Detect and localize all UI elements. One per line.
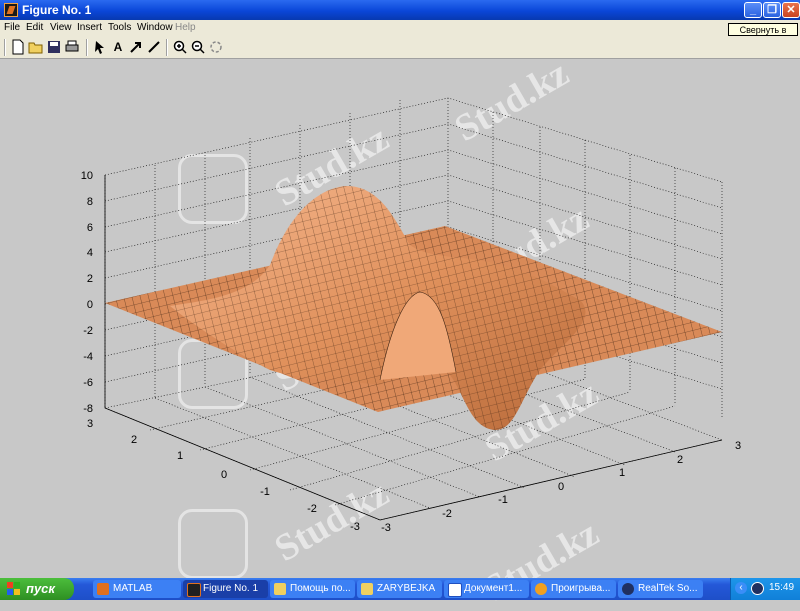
x-tick-label: 1	[619, 467, 625, 479]
insert-line-icon[interactable]	[146, 39, 162, 55]
zoom-in-icon[interactable]	[172, 39, 188, 55]
taskbar-item-label: Проигрыва...	[551, 583, 611, 594]
menu-window[interactable]: Window	[137, 22, 173, 33]
taskbar: пуск MATLAB Figure No. 1 Помощь по... ZA…	[0, 578, 800, 600]
volume-icon[interactable]	[751, 582, 764, 595]
menu-view[interactable]: View	[50, 22, 72, 33]
clock: 15:49	[769, 582, 795, 593]
window-title: Figure No. 1	[22, 3, 92, 17]
figure-canvas[interactable]: Stud.kz Stud.kz Stud.kz Stud.kz Stud.kz …	[0, 52, 800, 610]
media-player-icon	[535, 583, 547, 595]
close-button[interactable]: ✕	[782, 2, 800, 18]
start-button[interactable]: пуск	[0, 578, 74, 600]
z-tick-label: -6	[83, 377, 93, 389]
taskbar-item-player[interactable]: Проигрыва...	[531, 580, 616, 598]
taskbar-item-label: Figure No. 1	[203, 583, 259, 594]
speaker-icon	[622, 583, 634, 595]
y-tick-label: 3	[87, 418, 93, 430]
taskbar-item-realtek[interactable]: RealTek So...	[618, 580, 703, 598]
x-tick-labels: -3 -2 -1 0 1 2 3	[381, 440, 741, 534]
taskbar-item-label: ZARYBEJKA	[377, 583, 436, 594]
menu-tools[interactable]: Tools	[108, 22, 131, 33]
taskbar-item-help-folder[interactable]: Помощь по...	[270, 580, 355, 598]
x-tick-label: -3	[381, 522, 391, 534]
matlab-icon	[97, 583, 109, 595]
y-tick-labels: 3 2 1 0 -1 -2 -3	[87, 418, 360, 533]
x-tick-label: -2	[442, 508, 452, 520]
menu-help[interactable]: Help	[175, 22, 196, 33]
zoom-out-icon[interactable]	[190, 39, 206, 55]
matlab-figure-icon	[4, 3, 18, 17]
peaks-surface	[105, 185, 722, 430]
taskbar-item-label: Помощь по...	[290, 583, 351, 594]
z-tick-label: -8	[83, 403, 93, 415]
tray-chevron-icon[interactable]: ‹	[735, 582, 747, 594]
menubar: File Edit View Insert Tools Window Help	[0, 20, 800, 36]
folder-icon	[274, 583, 286, 595]
x-tick-label: -1	[498, 494, 508, 506]
print-icon[interactable]	[64, 39, 80, 55]
figure-icon	[187, 583, 201, 597]
z-tick-label: 0	[87, 299, 93, 311]
save-icon[interactable]	[46, 39, 62, 55]
taskbar-item-label: RealTek So...	[638, 583, 698, 594]
insert-arrow-icon[interactable]	[128, 39, 144, 55]
insert-text-icon[interactable]: A	[110, 39, 126, 55]
system-tray: ‹ 15:49	[730, 578, 800, 600]
menu-insert[interactable]: Insert	[77, 22, 102, 33]
y-tick-label: -1	[260, 486, 270, 498]
rotate-3d-icon[interactable]	[208, 39, 224, 55]
restore-button[interactable]: ❐	[763, 2, 781, 18]
select-arrow-icon[interactable]	[92, 39, 108, 55]
toolbar-separator	[86, 39, 88, 56]
y-tick-label: 0	[221, 469, 227, 481]
toolbar-separator	[166, 39, 168, 56]
surface-plot: 10 8 6 4 2 0 -2 -4 -6 -8 3 2 1 0 -1 -2 -…	[81, 97, 741, 534]
z-tick-label: 10	[81, 170, 93, 182]
new-file-icon[interactable]	[10, 39, 26, 55]
folder-icon	[361, 583, 373, 595]
start-label: пуск	[26, 581, 55, 596]
y-tick-label: -2	[307, 503, 317, 515]
tooltip: Свернуть в окно	[728, 23, 798, 47]
x-tick-label: 0	[558, 481, 564, 493]
taskbar-item-figure[interactable]: Figure No. 1	[183, 580, 268, 598]
taskbar-item-matlab[interactable]: MATLAB	[93, 580, 181, 598]
z-tick-label: 6	[87, 222, 93, 234]
x-tick-label: 2	[677, 454, 683, 466]
toolbar-grip	[4, 39, 6, 56]
figure-toolbar: A	[0, 36, 800, 59]
z-tick-label: 4	[87, 247, 93, 259]
y-tick-label: -3	[350, 521, 360, 533]
taskbar-item-zarybejka[interactable]: ZARYBEJKA	[357, 580, 442, 598]
minimize-button[interactable]: _	[744, 2, 762, 18]
taskbar-item-document[interactable]: Документ1...	[444, 580, 529, 598]
windows-logo-icon	[7, 582, 21, 596]
z-tick-labels: 10 8 6 4 2 0 -2 -4 -6 -8	[81, 170, 93, 415]
z-tick-label: -2	[83, 325, 93, 337]
taskbar-item-label: Документ1...	[464, 583, 523, 594]
open-folder-icon[interactable]	[28, 39, 44, 55]
z-tick-label: 2	[87, 273, 93, 285]
y-tick-label: 2	[131, 434, 137, 446]
taskbar-item-label: MATLAB	[113, 583, 153, 594]
z-tick-label: -4	[83, 351, 93, 363]
menu-file[interactable]: File	[4, 22, 20, 33]
z-tick-label: 8	[87, 196, 93, 208]
menu-edit[interactable]: Edit	[26, 22, 43, 33]
y-tick-label: 1	[177, 450, 183, 462]
word-document-icon	[448, 583, 462, 597]
window-titlebar[interactable]: Figure No. 1 _ ❐ ✕	[0, 0, 800, 20]
x-tick-label: 3	[735, 440, 741, 452]
